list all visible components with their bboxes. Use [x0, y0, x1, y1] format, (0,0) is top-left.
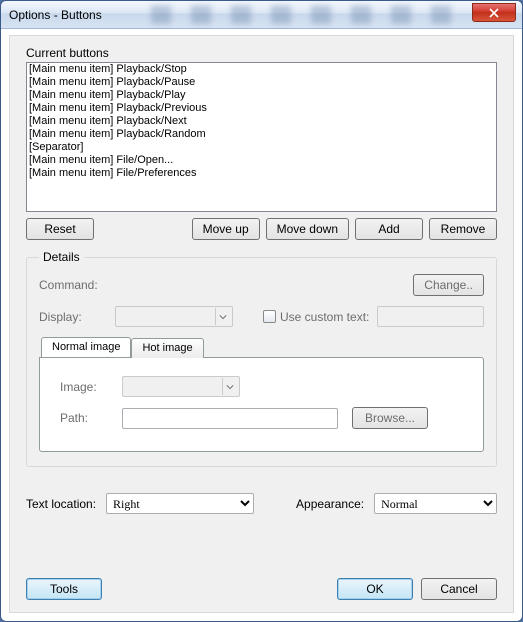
move-up-button[interactable]: Move up: [192, 218, 260, 240]
text-location-label: Text location:: [26, 497, 96, 511]
titlebar: Options - Buttons: [1, 1, 522, 29]
details-legend: Details: [39, 250, 84, 264]
use-custom-text-label: Use custom text:: [280, 310, 369, 324]
list-button-row: Reset Move up Move down Add Remove: [26, 218, 497, 240]
chevron-down-icon: [222, 378, 237, 395]
bottom-options-row: Text location: Right Appearance: Normal: [26, 493, 497, 514]
options-window: Options - Buttons Current buttons [Main …: [0, 0, 523, 622]
list-item[interactable]: [Main menu item] File/Open...: [27, 154, 496, 167]
image-label: Image:: [60, 380, 108, 394]
move-down-button[interactable]: Move down: [266, 218, 349, 240]
custom-text-input[interactable]: [377, 306, 484, 327]
add-button[interactable]: Add: [355, 218, 423, 240]
tab-normal-image[interactable]: Normal image: [41, 337, 131, 357]
change-button[interactable]: Change..: [413, 274, 484, 296]
use-custom-text-checkbox[interactable]: Use custom text:: [263, 310, 369, 324]
appearance-label: Appearance:: [296, 497, 364, 511]
list-item[interactable]: [Main menu item] Playback/Next: [27, 115, 496, 128]
list-item[interactable]: [Main menu item] File/Preferences: [27, 167, 496, 180]
appearance-select[interactable]: Normal: [374, 493, 497, 514]
display-label: Display:: [39, 310, 107, 324]
close-button[interactable]: [472, 3, 516, 22]
list-item[interactable]: [Main menu item] Playback/Stop: [27, 63, 496, 76]
chevron-down-icon: [215, 308, 230, 325]
list-item[interactable]: [Separator]: [27, 141, 496, 154]
tab-panel: Image: Path: Browse...: [39, 357, 484, 452]
current-buttons-label: Current buttons: [26, 46, 497, 60]
tools-button[interactable]: Tools: [26, 578, 102, 600]
command-label: Command:: [39, 278, 107, 292]
checkbox-icon: [263, 310, 276, 323]
dialog-action-bar: Tools OK Cancel: [26, 578, 497, 600]
list-item[interactable]: [Main menu item] Playback/Random: [27, 128, 496, 141]
image-tabs: Normal image Hot image Image: Path:: [39, 337, 484, 452]
client-area: Current buttons [Main menu item] Playbac…: [9, 35, 514, 613]
path-input[interactable]: [122, 408, 338, 429]
current-buttons-list[interactable]: [Main menu item] Playback/Stop[Main menu…: [26, 62, 497, 212]
path-label: Path:: [60, 411, 108, 425]
reset-button[interactable]: Reset: [26, 218, 94, 240]
details-group: Details Command: Change.. Display: Use c…: [26, 250, 497, 467]
text-location-select[interactable]: Right: [106, 493, 254, 514]
tab-hot-image[interactable]: Hot image: [131, 338, 203, 358]
display-combo[interactable]: [115, 306, 233, 327]
titlebar-blur: [151, 5, 462, 24]
list-item[interactable]: [Main menu item] Playback/Play: [27, 89, 496, 102]
close-icon: [489, 8, 499, 18]
ok-button[interactable]: OK: [337, 578, 413, 600]
remove-button[interactable]: Remove: [429, 218, 497, 240]
list-item[interactable]: [Main menu item] Playback/Pause: [27, 76, 496, 89]
list-item[interactable]: [Main menu item] Playback/Previous: [27, 102, 496, 115]
window-title: Options - Buttons: [9, 8, 102, 22]
browse-button[interactable]: Browse...: [352, 407, 428, 429]
cancel-button[interactable]: Cancel: [421, 578, 497, 600]
image-combo[interactable]: [122, 376, 240, 397]
